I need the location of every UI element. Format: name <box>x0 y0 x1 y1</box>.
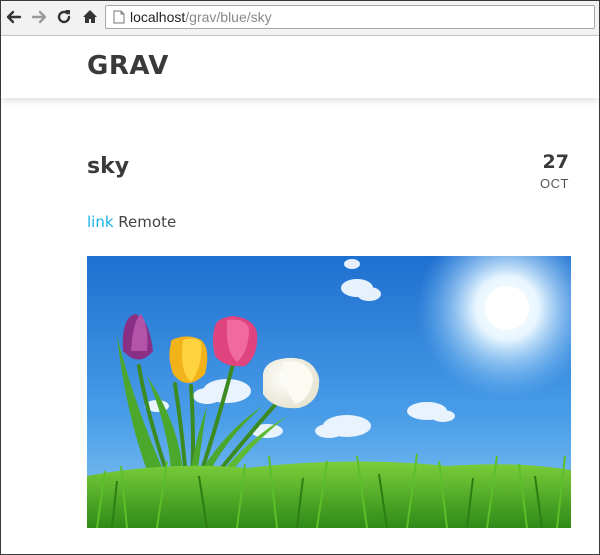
post-body: link Remote <box>87 213 176 231</box>
post-date-month: OCT <box>540 176 569 191</box>
site-logo[interactable]: GRAV <box>87 51 169 81</box>
yellow-tulip-icon <box>169 336 208 383</box>
pink-tulip-icon <box>213 316 258 367</box>
post-image-tulips <box>87 256 571 528</box>
post-title[interactable]: sky <box>87 154 129 179</box>
post-body-text: Remote <box>113 213 177 231</box>
site-header: GRAV <box>1 36 599 98</box>
home-icon[interactable] <box>81 8 99 26</box>
white-tulip-icon <box>263 357 320 409</box>
url-text[interactable]: localhost/grav/blue/sky <box>130 9 272 25</box>
browser-toolbar: localhost/grav/blue/sky <box>1 1 599 36</box>
page-icon <box>113 10 125 29</box>
post-link[interactable]: link <box>87 213 114 231</box>
reload-icon[interactable] <box>55 8 73 26</box>
url-path: /grav/blue/sky <box>185 9 272 25</box>
post-date-day: 27 <box>542 151 569 173</box>
url-host: localhost <box>130 9 186 25</box>
forward-arrow-icon[interactable] <box>30 8 48 26</box>
back-arrow-icon[interactable] <box>5 8 23 26</box>
address-bar[interactable]: localhost/grav/blue/sky <box>105 5 595 29</box>
